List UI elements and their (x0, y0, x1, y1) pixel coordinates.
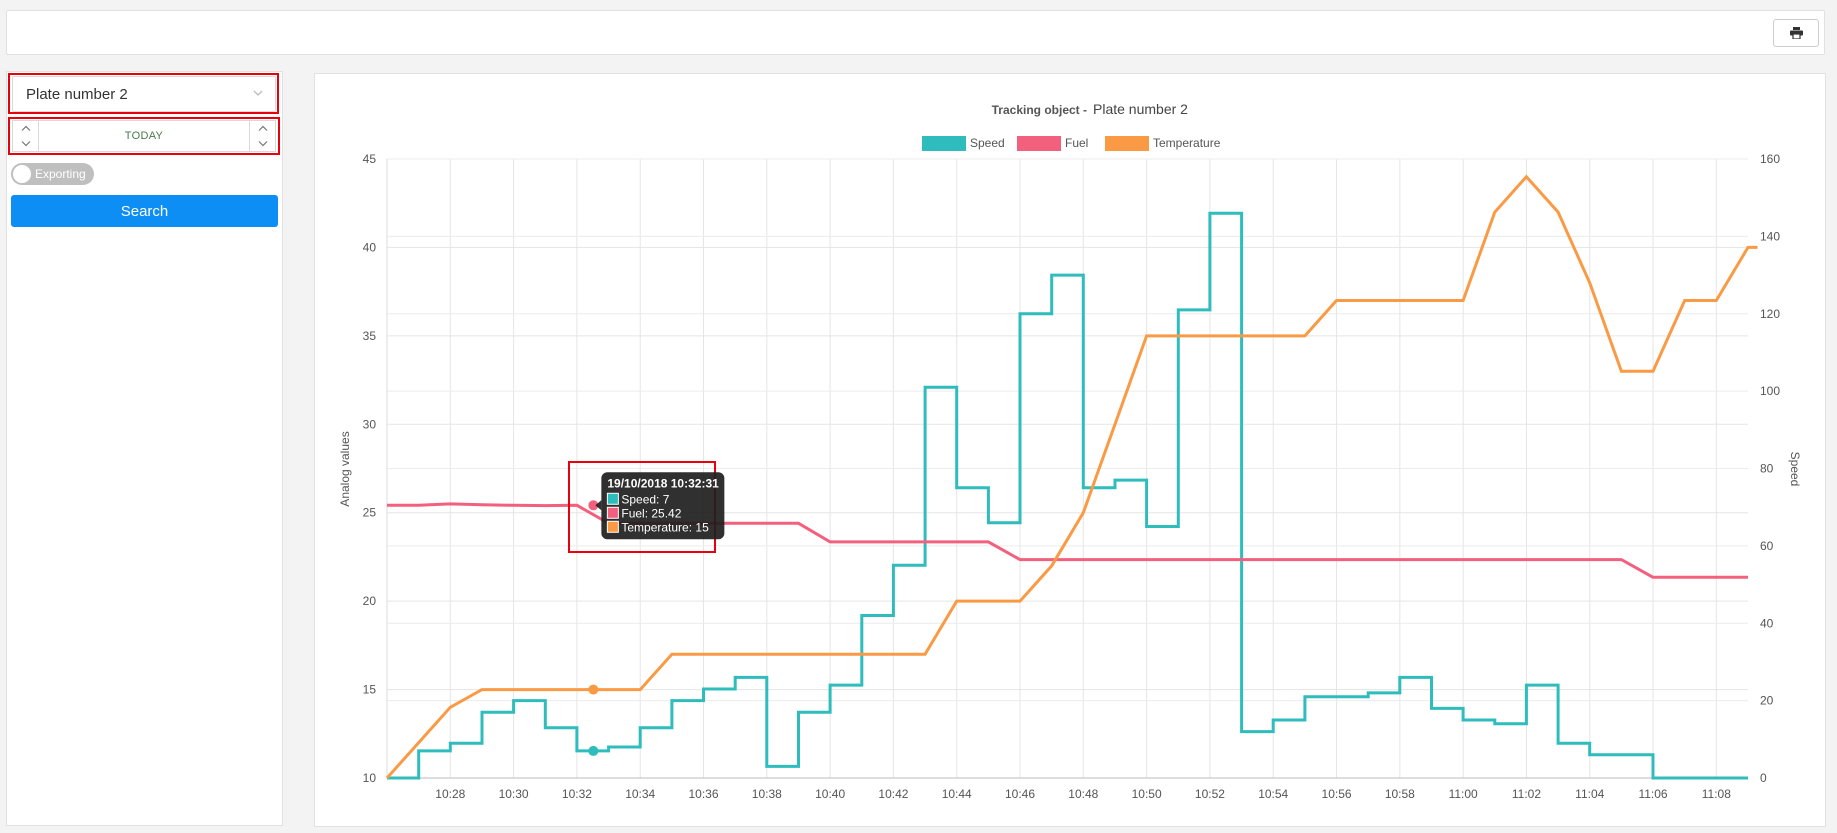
printer-icon (1789, 27, 1803, 39)
date-spinner-right[interactable] (249, 121, 275, 151)
chart-panel (314, 73, 1826, 827)
chevron-down-icon[interactable] (21, 140, 31, 147)
date-spinner-left[interactable] (13, 121, 39, 151)
toggle-knob (13, 165, 31, 183)
vehicle-select[interactable]: Plate number 2 (12, 76, 276, 112)
date-value[interactable]: TODAY (39, 121, 249, 151)
chevron-down-icon (253, 90, 263, 96)
chevron-up-icon[interactable] (21, 125, 31, 132)
chevron-down-icon[interactable] (258, 140, 268, 147)
top-toolbar (6, 10, 1825, 55)
print-button[interactable] (1773, 19, 1819, 47)
date-picker[interactable]: TODAY (12, 120, 276, 152)
search-button[interactable]: Search (11, 195, 278, 227)
exporting-toggle[interactable]: Exporting (11, 163, 94, 185)
exporting-toggle-label: Exporting (35, 167, 86, 181)
chevron-up-icon[interactable] (258, 125, 268, 132)
vehicle-select-value: Plate number 2 (26, 85, 128, 103)
